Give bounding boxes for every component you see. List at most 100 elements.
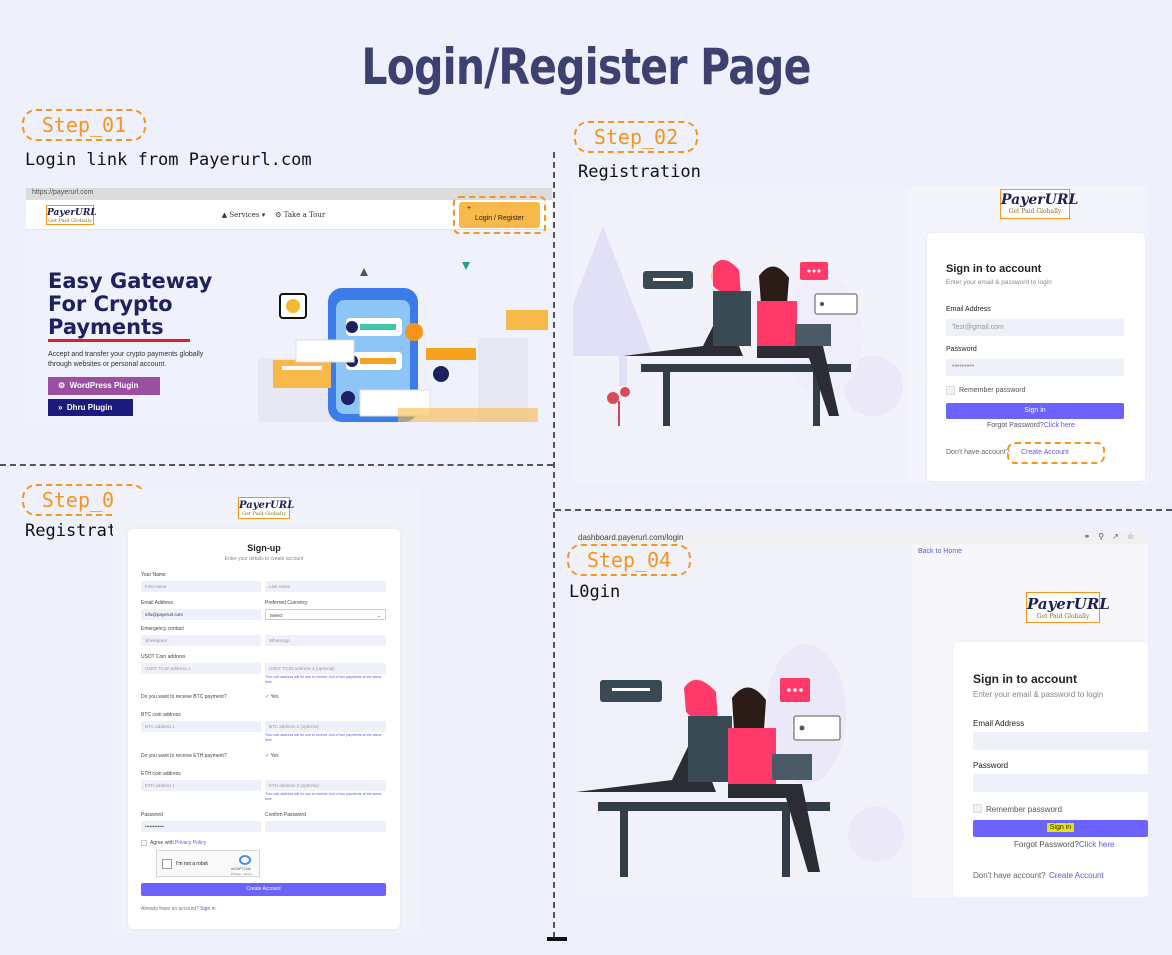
confirm-password-input[interactable] [265,821,386,832]
nav-tour[interactable]: ⚙ Take a Tour [275,211,325,219]
back-to-home-link[interactable]: Back to Home [918,548,962,555]
eth-address-1-input[interactable]: ETH address 1 [141,780,261,791]
whatsapp-input[interactable]: WhatsApp [265,635,386,646]
forgot-row: Forgot Password?Click here [1014,840,1115,849]
signin-link[interactable]: Sign in [200,906,215,912]
logo-text: PayerURL [239,500,295,511]
payerurl-logo[interactable]: PayerURL Get Paid Globally [1000,189,1078,219]
signin-subtitle: Enter your email & password to login [973,690,1104,699]
btc-label: BTC coin address [141,712,181,718]
payerurl-logo[interactable]: PayerURL Get Paid Globally [46,204,97,225]
chevron-down-icon: ⌄ [377,613,381,618]
currency-select-value: Select [270,613,283,618]
forgot-text: Forgot Password? [1014,840,1079,849]
signin-button[interactable]: Sign in [946,403,1124,419]
logo-tagline: Get Paid Globally [48,217,92,224]
password-input[interactable] [973,774,1148,792]
signup-card: Sign-up Enter your details to create acc… [128,529,400,929]
forgot-row: Forgot Password?Click here [987,422,1075,429]
currency-label: Preferred Currency [265,600,308,606]
click-here-link[interactable]: Click here [1079,840,1115,849]
crypto-phone-illustration [258,262,548,422]
usdt-address-1-input[interactable]: USDT Trc20 address 1 [141,663,261,674]
recaptcha-icon [239,855,251,865]
no-account-text: Don't have account? [973,871,1046,880]
btc-address-2-input[interactable]: BTC address 2 (optional) [265,721,386,732]
hero-line-2: For Crypto [48,292,173,316]
telegram-input[interactable]: @telegram [141,635,261,646]
hero-line-1: Easy Gateway [48,269,213,293]
remember-label: Remember password [986,805,1063,814]
btc-yes-option[interactable]: ✓ Yes [265,694,279,700]
eth-address-2-input[interactable]: ETH address 2 (optional) [265,780,386,791]
dhru-plugin-button[interactable]: » Dhru Plugin [48,399,133,416]
email-label: Email Address [946,306,991,313]
agree-checkbox[interactable] [141,840,147,846]
payerurl-logo[interactable]: PayerURL Get Paid Globally [238,497,294,519]
signin-title: Sign in to account [973,672,1077,686]
privacy-policy-link[interactable]: Privacy Policy [175,840,206,846]
your-name-label: Your Name [141,572,166,578]
login-register-highlight: + Login / Register [452,195,546,234]
browser-url-bar[interactable]: dashboard.payerurl.com/login ⚭⚲↗☆ [576,531,1148,544]
agree-row: Agree with Privacy Policy [150,840,206,846]
password-input[interactable]: •••••••••••• [141,821,261,832]
panel-signup-form: PayerURL Get Paid Globally Sign-up Enter… [113,489,421,934]
panel-registration-signin: PayerURL Get Paid Globally Sign in to ac… [573,186,1148,484]
usdt-address-2-input[interactable]: USDT Trc20 address 2 (optional) [265,663,386,674]
key-icon[interactable]: ⚭ [1084,532,1099,541]
nav-services[interactable]: ▲ Services ▾ [222,211,266,219]
have-account-row: Already have an account? Sign in [141,906,216,912]
signin-subtitle: Enter your email & password to login [946,279,1052,286]
email-input[interactable]: Test@gmail.com [946,319,1124,336]
hero-description: Accept and transfer your crypto payments… [48,351,204,368]
panel-payerurl-home: https://payerurl.com PayerURL Get Paid G… [26,188,552,422]
logo-text: PayerURL [1027,595,1110,613]
divider-end-mark [547,937,567,941]
payerurl-logo[interactable]: PayerURL Get Paid Globally [1026,592,1110,623]
signin-card: Sign in to account Enter your email & pa… [927,233,1145,481]
share-icon[interactable]: ↗ [1112,532,1127,541]
check-icon: ✓ [265,694,270,700]
people-on-bench-illustration [573,226,903,426]
email-input[interactable]: info@payerurl.com [141,609,261,620]
have-account-text: Already have an account? [141,906,199,912]
password-input[interactable]: ••••••••• [946,359,1124,376]
eth-yes-option[interactable]: ✓ Yes [265,753,279,759]
wordpress-plugin-button[interactable]: ⚙ WordPress Plugin [48,377,160,395]
recaptcha-checkbox[interactable] [162,859,172,869]
click-here-link[interactable]: Click here [1044,422,1075,429]
last-name-input[interactable]: Last name [265,581,386,592]
create-account-link[interactable]: Create Account [1049,871,1104,880]
eth-hint: This coin address will be use to receive… [265,792,382,801]
remember-checkbox[interactable] [973,804,982,813]
remember-label: Remember password [959,387,1026,394]
recaptcha-brand: reCAPTCHA [231,867,251,871]
btc-hint: This coin address will be use to receive… [265,733,382,742]
signin-title: Sign in to account [946,263,1042,275]
remember-checkbox[interactable] [946,386,955,395]
confirm-password-label: Confirm Password [265,812,306,818]
star-icon[interactable]: ☆ [1127,532,1142,541]
create-account-button[interactable]: Create Account [141,883,386,896]
zoom-icon[interactable]: ⚲ [1098,532,1112,541]
divider-horizontal-right [555,509,1172,511]
email-input[interactable] [973,732,1148,750]
recaptcha-terms: Privacy - Terms [231,872,252,876]
btc-address-1-input[interactable]: BTC address 1 [141,721,261,732]
signin-card: Sign in to account Enter your email & pa… [953,642,1148,897]
login-register-button[interactable]: + Login / Register [458,201,540,228]
hero-line-3: Payments [48,315,164,339]
step-caption-4: L0gin [569,582,621,602]
email-label: Email Address [973,719,1025,728]
url-text: dashboard.payerurl.com/login [578,533,684,542]
forgot-text: Forgot Password? [987,422,1044,429]
signin-button[interactable]: Sign in [973,820,1148,837]
login-side: Back to Home PayerURL Get Paid Globally … [912,544,1148,897]
first-name-input[interactable]: First name [141,581,261,592]
recaptcha-widget[interactable]: I'm not a robot reCAPTCHA Privacy - Term… [156,850,260,877]
logo-text: PayerURL [1001,192,1079,208]
step-caption-2: Registration [578,162,701,182]
create-account-link[interactable]: Create Account [1021,449,1069,456]
currency-select[interactable]: Select ⌄ [265,609,386,620]
